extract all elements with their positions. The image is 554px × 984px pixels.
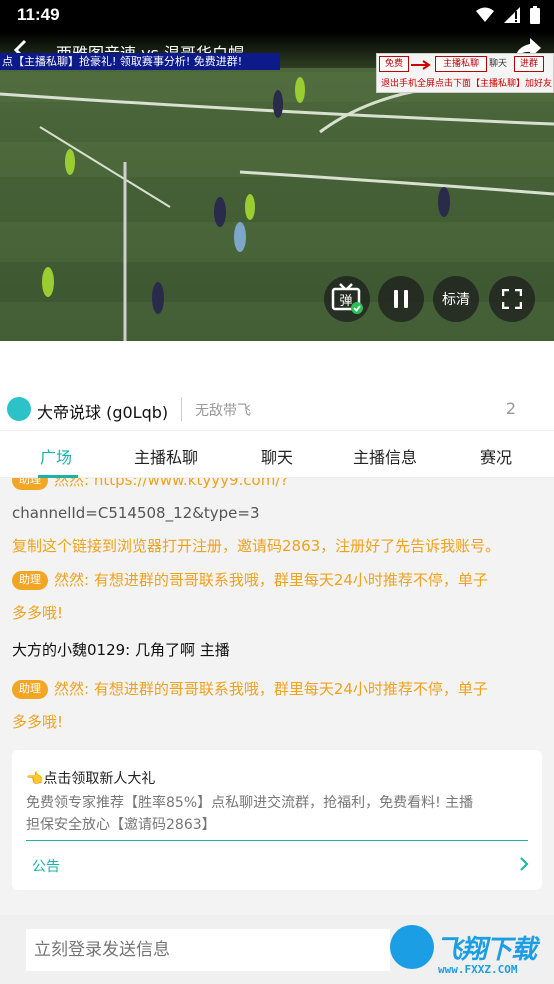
promo-free-label: 免费 — [379, 56, 409, 72]
tab-match-status[interactable]: 赛况 — [480, 444, 512, 468]
chat-message: 助理 然然: https://www.ktyyy9.com/? channelId… — [12, 478, 544, 563]
viewer-count: 2 — [505, 399, 516, 418]
promo-private-label: 主播私聊 — [435, 56, 487, 72]
danmu-toggle-button[interactable]: 弹 — [324, 276, 370, 322]
message-text: 然然: 有想进群的哥哥联系我哦，群里每天24小时推荐不停，单子 — [54, 571, 488, 589]
message-text: 多多哦! — [12, 713, 64, 731]
chevron-right-icon[interactable] — [516, 856, 532, 872]
host-name: 大帝说球 (g0Lqb) — [37, 403, 169, 422]
video-player[interactable]: 西雅图音速 vs 温哥华白帽 点【主播私聊】抢豪礼! 领取赛事分析! 免费进群!… — [0, 32, 554, 341]
fullscreen-button[interactable] — [489, 276, 535, 322]
fullscreen-icon — [502, 289, 522, 309]
pause-icon — [394, 290, 408, 308]
chat-message: 大方的小魏0129: 几角了啊 主播 — [12, 641, 230, 659]
signal-icon — [504, 7, 520, 23]
assistant-badge: 助理 — [12, 680, 48, 699]
message-text: 然然: https://www.ktyyy9.com/? — [54, 478, 289, 489]
host-tagline: 无敌带飞 — [195, 403, 251, 419]
announcement-title[interactable]: 👈点击领取新人大礼 — [26, 768, 155, 788]
tab-host-info[interactable]: 主播信息 — [353, 444, 417, 468]
tab-chat[interactable]: 聊天 — [261, 444, 293, 468]
message-text: 然然: 有想进群的哥哥联系我哦，群里每天24小时推荐不停，单子 — [54, 680, 488, 698]
watermark-url: www.FXXZ.COM — [438, 963, 518, 976]
wifi-icon — [476, 7, 494, 22]
status-icons — [476, 6, 540, 24]
message-text: channelId=C514508_12&type=3 — [12, 504, 260, 522]
battery-icon — [530, 6, 540, 24]
host-info-row: 大帝说球 (g0Lqb) 无敌带飞 2 — [0, 388, 554, 428]
promo-overlay: 免费 主播私聊 聊天 进群 退出手机全屏点击下面【主播私聊】加好友 — [376, 53, 554, 93]
divider — [26, 840, 528, 841]
chat-feed[interactable]: 助理 然然: https://www.ktyyy9.com/? channelId… — [0, 478, 554, 915]
chat-message: 助理 然然: 有想进群的哥哥联系我哦，群里每天24小时推荐不停，单子 多多哦! — [12, 564, 544, 630]
watermark-logo-icon — [390, 925, 434, 969]
ad-ticker: 点【主播私聊】抢豪礼! 领取赛事分析! 免费进群! — [0, 53, 280, 70]
danmu-tv-icon: 弹 — [331, 283, 363, 314]
watermark-text: 飞翔下载 — [436, 935, 537, 965]
quality-button[interactable]: 标清 — [433, 276, 479, 322]
pause-button[interactable] — [378, 276, 424, 322]
status-time: 11:49 — [17, 5, 60, 24]
announcement-label: 公告 — [32, 859, 60, 875]
announcement-card[interactable]: 👈点击领取新人大礼 免费领专家推荐【胜率85%】点私聊进交流群，抢福利，免费看料… — [12, 750, 542, 890]
host-avatar[interactable] — [7, 397, 31, 421]
tab-private-chat[interactable]: 主播私聊 — [134, 444, 198, 468]
arrow-right-icon — [411, 60, 431, 70]
promo-hint: 退出手机全屏点击下面【主播私聊】加好友 — [381, 79, 553, 89]
message-text: 多多哦! — [12, 604, 64, 622]
message-text: 复制这个链接到浏览器打开注册，邀请码2863，注册好了先告诉我账号。 — [12, 537, 501, 555]
promo-group-label: 进群 — [514, 56, 544, 72]
watermark: 飞翔下载 www.FXXZ.COM — [388, 925, 548, 981]
message-input-bar: 飞翔下载 www.FXXZ.COM — [0, 915, 554, 984]
promo-chat-label: 聊天 — [489, 59, 508, 69]
tab-square[interactable]: 广场 — [40, 444, 72, 468]
danmu-label: 弹 — [339, 294, 352, 309]
announcement-body: 免费领专家推荐【胜率85%】点私聊进交流群，抢福利，免费看料! 主播担保安全放心… — [26, 795, 474, 833]
divider — [181, 397, 182, 421]
chat-message: 助理 然然: 有想进群的哥哥联系我哦，群里每天24小时推荐不停，单子 多多哦! — [12, 673, 544, 739]
message-input[interactable] — [26, 929, 390, 971]
assistant-badge: 助理 — [12, 571, 48, 590]
tab-bar: 广场 主播私聊 聊天 主播信息 赛况 — [0, 430, 554, 478]
status-bar: 11:49 — [0, 0, 554, 32]
assistant-badge: 助理 — [12, 478, 48, 490]
